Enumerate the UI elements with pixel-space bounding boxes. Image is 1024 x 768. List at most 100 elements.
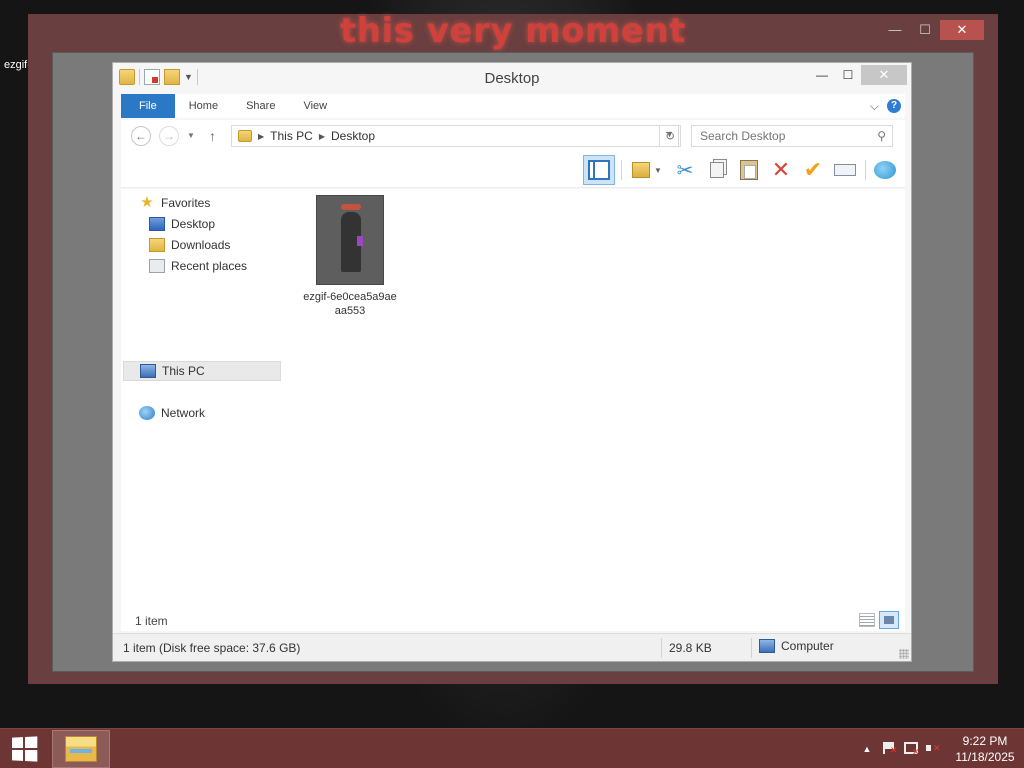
- folder-icon: [238, 130, 252, 142]
- globe-icon: [874, 161, 896, 179]
- status-divider: [751, 638, 752, 658]
- nav-item-label: Network: [161, 406, 206, 420]
- large-icons-view-icon[interactable]: [879, 611, 899, 629]
- preview-pane-button[interactable]: [583, 155, 615, 185]
- status-zone-label: Computer: [781, 639, 834, 653]
- taskbar-file-explorer[interactable]: [52, 730, 110, 768]
- tab-share[interactable]: Share: [232, 94, 289, 118]
- globe-button[interactable]: [871, 156, 899, 184]
- paste-button[interactable]: [735, 156, 763, 184]
- copy-icon: [710, 162, 724, 178]
- navigation-bar: ← → ▼ ↑ ▶ This PC ▶ Desktop ▼ ↻ ⚲: [121, 120, 905, 152]
- thumbnail-detail: [341, 204, 361, 210]
- breadcrumb-desktop[interactable]: Desktop: [331, 129, 375, 143]
- action-center-icon[interactable]: [878, 741, 900, 757]
- nav-item-label: Desktop: [171, 217, 216, 231]
- nav-item-this-pc[interactable]: This PC: [123, 361, 281, 381]
- status-size: 29.8 KB: [669, 641, 712, 655]
- new-item-dropdown[interactable]: ▼: [651, 156, 665, 184]
- rename-icon: [834, 164, 856, 176]
- preview-pane-icon: [588, 160, 610, 180]
- pane-footer: 1 item: [121, 609, 905, 631]
- breadcrumb-this-pc[interactable]: This PC: [270, 129, 313, 143]
- navigation-pane: ★ Favorites Desktop Downloads Recent pla…: [121, 189, 281, 609]
- explorer-window: ▼ Desktop — ☐ ✕ File Home Share View ⌵ ?…: [112, 62, 912, 662]
- nav-item-label: This PC: [162, 364, 205, 378]
- background-minimize-button[interactable]: —: [880, 20, 910, 40]
- file-name[interactable]: ezgif-6e0cea5a9aeaa553: [302, 290, 398, 318]
- background-maximize-button[interactable]: ☐: [910, 20, 940, 40]
- computer-icon: [759, 639, 775, 653]
- up-arrow-icon[interactable]: ↑: [209, 128, 216, 144]
- file-list[interactable]: ezgif-6e0cea5a9aeaa553: [281, 189, 905, 609]
- background-close-button[interactable]: ✕: [940, 20, 984, 40]
- background-window-title: this very moment: [340, 11, 686, 51]
- close-button[interactable]: ✕: [861, 65, 907, 85]
- refresh-icon[interactable]: ↻: [659, 125, 681, 147]
- toolbar-divider: [865, 160, 866, 180]
- thumbnail-detail: [357, 236, 363, 246]
- cut-button[interactable]: ✂: [671, 156, 699, 184]
- check-icon: ✔: [803, 157, 823, 182]
- forward-arrow-icon[interactable]: →: [159, 126, 179, 146]
- network-icon: [139, 406, 155, 420]
- toolbar-divider: [621, 160, 622, 180]
- nav-item-label: Downloads: [171, 238, 231, 252]
- windows-logo-icon: [12, 736, 38, 762]
- search-input[interactable]: [692, 126, 862, 146]
- cut-icon: ✂: [676, 159, 694, 182]
- status-text: 1 item (Disk free space: 37.6 GB): [123, 641, 301, 655]
- chevron-down-icon: ▼: [654, 165, 662, 175]
- resize-grip[interactable]: [899, 649, 909, 659]
- clock-date: 11/18/2025: [955, 750, 1015, 764]
- tab-view[interactable]: View: [289, 94, 341, 118]
- nav-item-network[interactable]: Network: [139, 403, 297, 423]
- check-button[interactable]: ✔: [799, 156, 827, 184]
- item-count: 1 item: [135, 614, 168, 628]
- nav-item-label: Favorites: [161, 196, 211, 210]
- tab-file[interactable]: File: [121, 94, 175, 118]
- computer-icon: [140, 364, 156, 378]
- search-icon[interactable]: ⚲: [877, 129, 886, 143]
- rename-button[interactable]: [831, 156, 859, 184]
- address-bar[interactable]: ▶ This PC ▶ Desktop ▼: [231, 125, 679, 147]
- background-window-controls: — ☐ ✕: [880, 20, 984, 40]
- taskbar: ▲ 9:22 PM 11/18/2025: [0, 728, 1024, 768]
- copy-button[interactable]: [703, 156, 731, 184]
- show-hidden-icons-icon[interactable]: ▲: [856, 744, 878, 754]
- delete-icon: ✕: [771, 157, 791, 182]
- clock-time: 9:22 PM: [962, 734, 1008, 748]
- downloads-icon: [149, 238, 165, 252]
- nav-item-favorites[interactable]: ★ Favorites: [139, 193, 297, 213]
- network-icon[interactable]: [900, 741, 922, 758]
- recent-locations-chevron-icon[interactable]: ▼: [187, 131, 195, 140]
- nav-item-label: Recent places: [171, 259, 248, 273]
- start-button[interactable]: [0, 729, 48, 768]
- maximize-button[interactable]: ☐: [835, 65, 861, 85]
- status-zone: Computer: [759, 639, 834, 653]
- title-bar[interactable]: ▼ Desktop — ☐ ✕: [113, 63, 911, 93]
- star-icon: ★: [140, 194, 154, 211]
- window-title: Desktop: [484, 70, 540, 87]
- breadcrumb-chevron-icon[interactable]: ▶: [258, 132, 264, 141]
- file-explorer-icon: [65, 736, 97, 762]
- volume-icon[interactable]: [922, 742, 944, 757]
- tab-home[interactable]: Home: [175, 94, 232, 118]
- clock[interactable]: 9:22 PM 11/18/2025: [950, 733, 1020, 765]
- toolbar: ▼ ✂ ✕ ✔: [121, 152, 905, 188]
- minimize-button[interactable]: —: [809, 65, 835, 85]
- help-icon[interactable]: ?: [887, 99, 901, 113]
- new-folder-icon: [632, 162, 650, 178]
- expand-ribbon-chevron-icon[interactable]: ⌵: [870, 99, 879, 114]
- image-thumbnail[interactable]: [316, 195, 384, 285]
- status-divider: [661, 638, 662, 658]
- system-tray: ▲ 9:22 PM 11/18/2025: [856, 729, 1024, 768]
- breadcrumb-chevron-icon[interactable]: ▶: [319, 132, 325, 141]
- back-arrow-icon[interactable]: ←: [131, 126, 151, 146]
- details-view-icon[interactable]: [859, 613, 875, 627]
- status-bar: 1 item (Disk free space: 37.6 GB) 29.8 K…: [113, 633, 911, 661]
- paste-icon: [740, 160, 758, 180]
- recent-places-icon: [149, 259, 165, 273]
- file-item[interactable]: ezgif-6e0cea5a9aeaa553: [295, 195, 405, 318]
- delete-button[interactable]: ✕: [767, 156, 795, 184]
